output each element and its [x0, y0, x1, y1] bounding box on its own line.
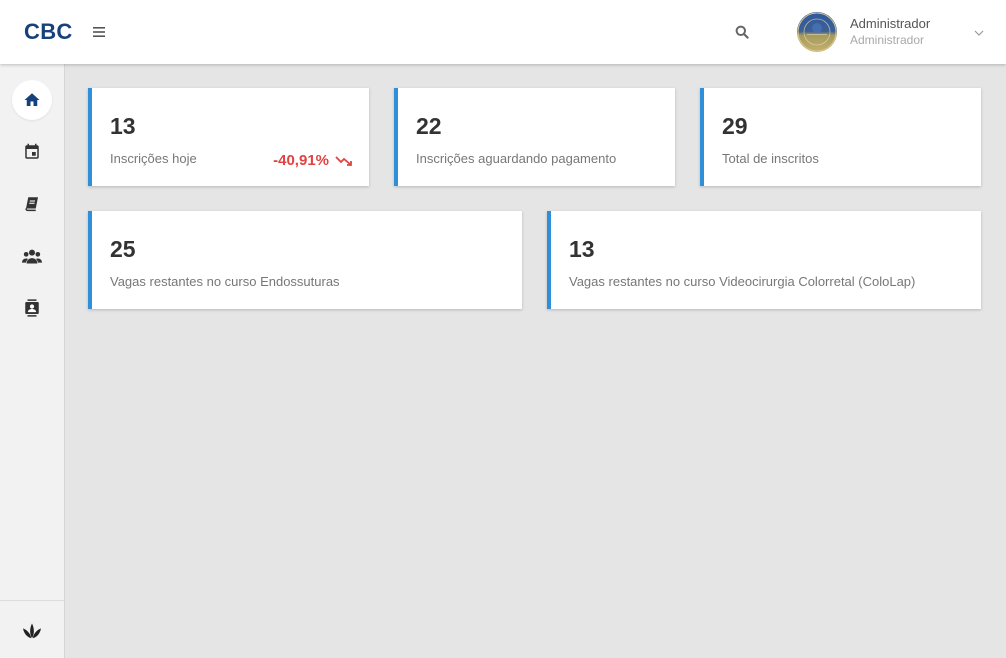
- card-label: Inscrições hoje: [110, 151, 197, 166]
- trend-value: -40,91%: [273, 152, 329, 169]
- card-value: 13: [110, 113, 136, 139]
- chevron-down-icon: [974, 30, 984, 36]
- brand-logo[interactable]: CBC: [24, 19, 73, 45]
- card-label: Inscrições aguardando pagamento: [416, 151, 617, 166]
- card-value: 22: [416, 113, 442, 139]
- contact-card-icon: [25, 299, 39, 317]
- card-value: 25: [110, 236, 136, 262]
- sidebar-item-courses[interactable]: [12, 184, 52, 224]
- search-button[interactable]: [731, 21, 753, 43]
- leaf-logo-icon: [23, 622, 41, 638]
- card-vagas-cololap[interactable]: 13 Vagas restantes no curso Videocirurgi…: [547, 211, 981, 309]
- card-label: Total de inscritos: [722, 151, 819, 166]
- card-total-inscritos[interactable]: 29 Total de inscritos: [700, 88, 981, 186]
- card-inscricoes-hoje[interactable]: 13 Inscrições hoje -40,91%: [88, 88, 369, 186]
- avatar-emblem-icon: [797, 12, 837, 52]
- sidebar-item-calendar[interactable]: [12, 132, 52, 172]
- card-value: 13: [569, 236, 595, 262]
- trend-indicator: -40,91%: [273, 152, 353, 169]
- user-role: Administrador: [850, 33, 925, 47]
- hamburger-menu-icon: [93, 27, 105, 37]
- menu-toggle-button[interactable]: [88, 21, 110, 43]
- card-label: Vagas restantes no curso Videocirurgia C…: [569, 274, 916, 289]
- sidebar: [0, 64, 65, 658]
- trending-down-icon: [335, 155, 352, 166]
- user-name[interactable]: Administrador: [850, 16, 930, 31]
- card-label: Vagas restantes no curso Endossuturas: [110, 274, 340, 289]
- calendar-icon: [25, 143, 39, 159]
- sidebar-item-home[interactable]: [12, 80, 52, 120]
- card-inscricoes-aguardando-pagamento[interactable]: 22 Inscrições aguardando pagamento: [394, 88, 675, 186]
- search-icon: [735, 25, 749, 39]
- sidebar-item-contacts[interactable]: [12, 288, 52, 328]
- sidebar-footer: [0, 600, 64, 658]
- home-icon: [24, 93, 40, 106]
- card-vagas-endossuturas[interactable]: 25 Vagas restantes no curso Endossuturas: [88, 211, 522, 309]
- top-bar: CBC Administrador Administrador: [0, 0, 1006, 64]
- user-menu-button[interactable]: [971, 25, 987, 41]
- book-icon: [25, 197, 38, 212]
- sidebar-item-participants[interactable]: [12, 236, 52, 276]
- avatar[interactable]: [797, 12, 837, 52]
- card-value: 29: [722, 113, 748, 139]
- people-group-icon: [22, 249, 42, 264]
